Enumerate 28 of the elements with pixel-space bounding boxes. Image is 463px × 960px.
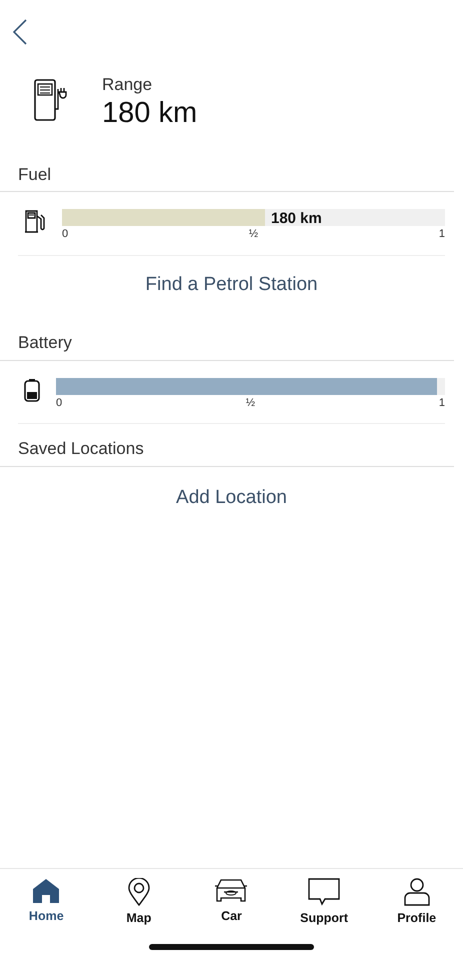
link-button[interactable]: Find a Petrol Station (139, 270, 324, 300)
fuel-pump-icon (24, 209, 46, 234)
range-value: 180 km (102, 98, 198, 128)
charging-station-icon (34, 78, 68, 121)
link-button[interactable]: Add Location (170, 482, 293, 514)
person-icon (404, 878, 430, 906)
tab-button[interactable]: Map (98, 877, 179, 929)
scale-label: 0 (62, 227, 68, 242)
scale-label: ½ (248, 227, 258, 242)
battery-icon (24, 378, 40, 402)
scale-label: 1 (438, 396, 445, 411)
section-title: Fuel (0, 162, 454, 192)
location-pin-icon (128, 878, 150, 906)
scale-label: 1 (438, 227, 445, 242)
home-icon (32, 878, 60, 904)
tab-button[interactable]: Support (284, 877, 364, 929)
tab-button[interactable]: Home (6, 877, 86, 929)
back-icon[interactable] (12, 18, 28, 46)
tab-button[interactable]: Car (191, 877, 272, 929)
scale-label: ½ (246, 396, 256, 411)
car-icon (214, 878, 248, 904)
scale-label: 0 (56, 396, 62, 411)
tab-button[interactable]: Profile (376, 877, 457, 929)
chat-bubble-icon (308, 878, 340, 906)
section-title: Saved Locations (0, 436, 454, 467)
gauge-reading: 180 km (270, 209, 322, 230)
range-label: Range (102, 74, 154, 96)
section-title: Battery (0, 330, 454, 361)
